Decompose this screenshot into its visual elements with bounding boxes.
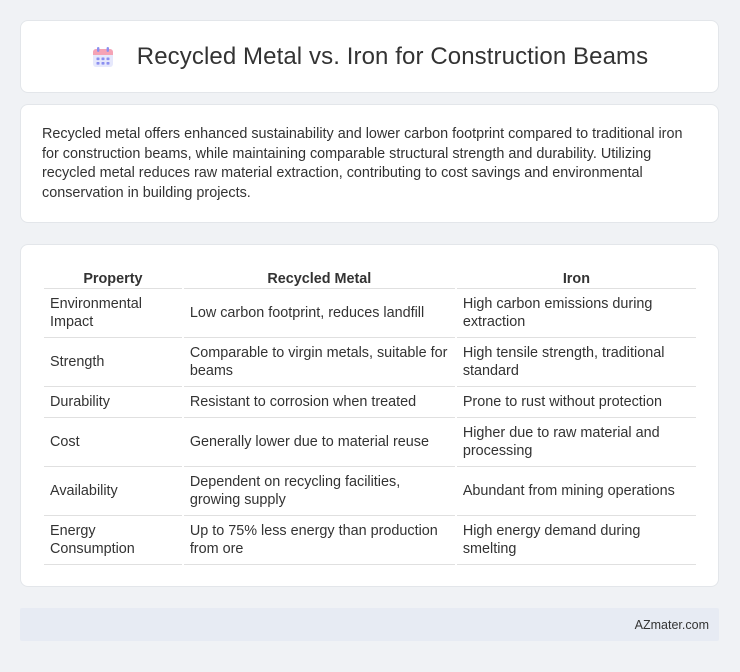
calendar-icon: [91, 45, 115, 69]
recycled-metal-cell: Generally lower due to material reuse: [183, 418, 455, 467]
header-property: Property: [44, 265, 182, 289]
recycled-metal-cell: Low carbon footprint, reduces landfill: [183, 289, 455, 338]
table-header-row: Property Recycled Metal Iron: [44, 265, 696, 289]
comparison-card: Property Recycled Metal Iron Environment…: [20, 244, 719, 587]
property-cell: Availability: [44, 467, 182, 516]
recycled-metal-cell: Resistant to corrosion when treated: [183, 387, 455, 418]
iron-cell: High carbon emissions during extraction: [456, 289, 696, 338]
footer-brand-link[interactable]: AZmater.com: [635, 618, 709, 632]
table-row: Durability Resistant to corrosion when t…: [44, 387, 696, 418]
property-cell: Cost: [44, 418, 182, 467]
property-cell: Durability: [44, 387, 182, 418]
footer-bar: AZmater.com: [20, 608, 719, 641]
summary-card: Recycled metal offers enhanced sustainab…: [20, 104, 719, 223]
property-cell: Energy Consumption: [44, 516, 182, 565]
iron-cell: Higher due to raw material and processin…: [456, 418, 696, 467]
recycled-metal-cell: Up to 75% less energy than production fr…: [183, 516, 455, 565]
table-row: Strength Comparable to virgin metals, su…: [44, 338, 696, 387]
comparison-table: Property Recycled Metal Iron Environment…: [42, 265, 698, 565]
title-card: Recycled Metal vs. Iron for Construction…: [20, 20, 719, 93]
table-row: Energy Consumption Up to 75% less energy…: [44, 516, 696, 565]
page-title: Recycled Metal vs. Iron for Construction…: [136, 42, 649, 70]
header-recycled-metal: Recycled Metal: [183, 265, 455, 289]
table-row: Availability Dependent on recycling faci…: [44, 467, 696, 516]
title-row: Recycled Metal vs. Iron for Construction…: [91, 43, 648, 71]
property-cell: Environmental Impact: [44, 289, 182, 338]
property-cell: Strength: [44, 338, 182, 387]
table-row: Environmental Impact Low carbon footprin…: [44, 289, 696, 338]
iron-cell: Abundant from mining operations: [456, 467, 696, 516]
recycled-metal-cell: Comparable to virgin metals, suitable fo…: [183, 338, 455, 387]
iron-cell: High energy demand during smelting: [456, 516, 696, 565]
recycled-metal-cell: Dependent on recycling facilities, growi…: [183, 467, 455, 516]
table-row: Cost Generally lower due to material reu…: [44, 418, 696, 467]
iron-cell: High tensile strength, traditional stand…: [456, 338, 696, 387]
header-iron: Iron: [456, 265, 696, 289]
iron-cell: Prone to rust without protection: [456, 387, 696, 418]
summary-text: Recycled metal offers enhanced sustainab…: [42, 126, 683, 201]
